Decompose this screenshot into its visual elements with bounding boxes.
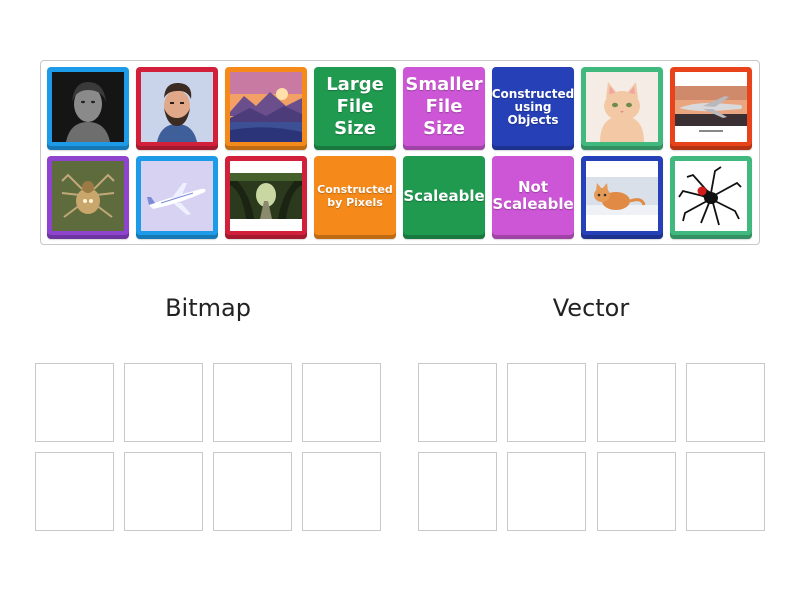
tile-constructed-using-objects[interactable]: Constructed using Objects (492, 67, 574, 150)
constructed-by-pixels-label: Constructed by Pixels (317, 183, 393, 209)
tile-woman-portrait[interactable] (47, 67, 129, 150)
airplane-runway-image (675, 72, 747, 142)
tile-smaller-file-size[interactable]: Smaller File Size (403, 67, 485, 150)
tile-tree-tunnel[interactable] (225, 156, 307, 239)
bitmap-drop-slot[interactable] (213, 452, 292, 531)
group-title-vector: Vector (552, 294, 630, 322)
vector-drop-slot[interactable] (418, 452, 497, 531)
vector-drop-slot[interactable] (597, 363, 676, 442)
bitmap-drop-slot[interactable] (35, 452, 114, 531)
spider-photo-image (52, 161, 124, 231)
vector-drop-slot[interactable] (507, 452, 586, 531)
kitten-photo-image (586, 161, 658, 231)
tile-airplane-illustration[interactable] (136, 156, 218, 239)
tile-kitten-photo[interactable] (581, 156, 663, 239)
scaleable-label: Scaleable (403, 186, 485, 205)
spider-illustration-image (675, 161, 747, 231)
bitmap-drop-slot[interactable] (124, 452, 203, 531)
group-title-bitmap: Bitmap (165, 294, 251, 322)
tile-large-file-size[interactable]: Large File Size (314, 67, 396, 150)
vector-drop-slot[interactable] (686, 363, 765, 442)
tile-spider-illustration[interactable] (670, 156, 752, 239)
bitmap-drop-slot[interactable] (213, 363, 292, 442)
bitmap-drop-slot[interactable] (35, 363, 114, 442)
airplane-illustration-image (141, 161, 213, 231)
vector-drop-slot[interactable] (507, 363, 586, 442)
mountain-lake-image (230, 72, 302, 142)
bitmap-drop-slot[interactable] (124, 363, 203, 442)
tile-mountain-lake[interactable] (225, 67, 307, 150)
woman-portrait-image (52, 72, 124, 142)
vector-drop-slot[interactable] (418, 363, 497, 442)
tile-airplane-runway[interactable] (670, 67, 752, 150)
large-file-size-label: Large File Size (326, 74, 384, 139)
tile-cat-illustration[interactable] (581, 67, 663, 150)
vector-drop-slot[interactable] (597, 452, 676, 531)
tile-constructed-by-pixels[interactable]: Constructed by Pixels (314, 156, 396, 239)
vector-drop-slot[interactable] (686, 452, 765, 531)
smaller-file-size-label: Smaller File Size (405, 74, 483, 139)
bitmap-drop-slot[interactable] (302, 363, 381, 442)
constructed-using-objects-label: Constructed using Objects (491, 86, 575, 127)
tile-scaleable[interactable]: Scaleable (403, 156, 485, 239)
bitmap-drop-slot[interactable] (302, 452, 381, 531)
tile-man-illustration[interactable] (136, 67, 218, 150)
tree-tunnel-image (230, 161, 302, 231)
tile-not-scaleable[interactable]: Not Scaleable (492, 156, 574, 239)
man-beard-image (141, 72, 213, 142)
not-scaleable-label: Not Scaleable (492, 178, 574, 213)
tile-spider-photo[interactable] (47, 156, 129, 239)
cat-illustration-image (586, 72, 658, 142)
